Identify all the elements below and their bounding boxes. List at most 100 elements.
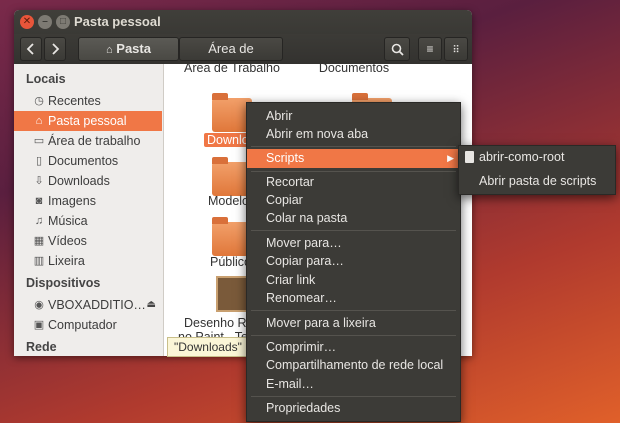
- sidebar-item-videos[interactable]: ▦ Vídeos: [14, 231, 162, 251]
- menu-item-renomear[interactable]: Renomear…: [247, 289, 460, 308]
- submenu-item-abrir-pasta-scripts[interactable]: Abrir pasta de scripts: [459, 172, 615, 191]
- menu-item-propriedades[interactable]: Propriedades: [247, 399, 460, 418]
- eject-icon[interactable]: ⏏: [147, 295, 156, 315]
- menu-item-label: abrir-como-root: [479, 150, 565, 164]
- menu-item-label: Comprimir…: [266, 340, 337, 354]
- menu-item-comprimir[interactable]: Comprimir…: [247, 338, 460, 357]
- menu-item-recortar[interactable]: Recortar: [247, 173, 460, 192]
- menu-item-abrir-nova-aba[interactable]: Abrir em nova aba: [247, 125, 460, 144]
- window-title: Pasta pessoal: [74, 14, 161, 29]
- forward-button[interactable]: [44, 37, 66, 61]
- breadcrumb-desktop[interactable]: Área de Trabalho: [179, 37, 283, 78]
- sidebar-item-label: Computador: [48, 318, 117, 332]
- menu-item-abrir[interactable]: Abrir: [247, 107, 460, 126]
- film-icon: ▦: [33, 235, 45, 247]
- sidebar-item-pasta-pessoal[interactable]: ⌂ Pasta pessoal: [14, 111, 162, 131]
- menu-item-label: Propriedades: [266, 401, 341, 415]
- file-label-desenho-1: Desenho Re: [184, 316, 254, 330]
- close-window-button[interactable]: ✕: [20, 15, 34, 29]
- search-icon: [391, 43, 404, 56]
- submenu-item-abrir-como-root[interactable]: abrir-como-root: [459, 148, 615, 167]
- sidebar-item-documentos[interactable]: ▯ Documentos: [14, 151, 162, 171]
- sidebar-item-recentes[interactable]: ◷ Recentes: [14, 91, 162, 111]
- status-tooltip: "Downloads": [167, 337, 249, 357]
- context-menu: Abrir Abrir em nova aba Scripts ▶ Recorta…: [246, 102, 461, 422]
- menu-item-label: Abrir pasta de scripts: [479, 174, 597, 188]
- sidebar-item-label: Documentos: [48, 154, 119, 168]
- breadcrumb-home[interactable]: ⌂ Pasta pessoal: [78, 37, 179, 79]
- drive-icon: ▣: [33, 319, 45, 331]
- sidebar-heading-locais: Locais: [26, 72, 66, 86]
- submenu-arrow-icon: ▶: [447, 153, 454, 163]
- menu-item-label: Copiar para…: [266, 254, 344, 268]
- file-label-documentos[interactable]: Documentos: [314, 64, 394, 75]
- menu-separator: [251, 335, 456, 336]
- sidebar-item-label: VBOXADDITIO…: [48, 298, 146, 312]
- sidebar-item-label: Imagens: [48, 194, 96, 208]
- back-button[interactable]: [20, 37, 42, 61]
- menu-item-label: Criar link: [266, 273, 316, 287]
- menu-item-label: Scripts: [266, 151, 305, 165]
- sidebar-item-area-de-trabalho[interactable]: ▭ Área de trabalho: [14, 131, 162, 151]
- menu-item-colar[interactable]: Colar na pasta: [247, 209, 460, 228]
- clock-icon: ◷: [34, 95, 44, 107]
- sidebar-item-computador[interactable]: ▣ Computador: [14, 315, 162, 335]
- sidebar-item-lixeira[interactable]: ▥ Lixeira: [14, 251, 162, 271]
- menu-item-email[interactable]: E-mail…: [247, 375, 460, 394]
- sidebar-heading-dispositivos: Dispositivos: [26, 276, 101, 290]
- menu-item-mover-lixeira[interactable]: Mover para a lixeira: [247, 314, 460, 333]
- file-label-publico: Público: [210, 255, 251, 269]
- sidebar-item-musica[interactable]: ♫ Música: [14, 211, 162, 231]
- sidebar-item-imagens[interactable]: ◙ Imagens: [14, 191, 162, 211]
- sidebar-item-vboxadditions[interactable]: ◉ VBOXADDITIO… ⏏: [14, 295, 162, 315]
- title-bar[interactable]: ✕ – □ Pasta pessoal: [14, 10, 472, 34]
- menu-item-copiar-para[interactable]: Copiar para…: [247, 252, 460, 271]
- menu-separator: [251, 171, 456, 172]
- scripts-submenu: abrir-como-root Abrir pasta de scripts: [458, 145, 616, 195]
- desktop-icon: ▭: [33, 135, 45, 147]
- list-view-button[interactable]: ≡: [418, 37, 442, 61]
- music-icon: ♫: [34, 215, 44, 227]
- menu-item-label: Compartilhamento de rede local: [266, 358, 444, 372]
- chevron-left-icon: [26, 43, 34, 55]
- camera-icon: ◙: [35, 195, 43, 207]
- sidebar: Locais ◷ Recentes ⌂ Pasta pessoal ▭ Área de…: [14, 64, 164, 356]
- minimize-window-button[interactable]: –: [38, 15, 52, 29]
- disc-icon: ◉: [34, 299, 44, 311]
- sidebar-item-label: Área de trabalho: [48, 134, 141, 148]
- grid-view-icon: ⠿: [452, 45, 460, 56]
- search-button[interactable]: [384, 37, 410, 61]
- menu-item-label: E-mail…: [266, 377, 314, 391]
- menu-item-label: Abrir em nova aba: [266, 127, 369, 141]
- download-icon: ⇩: [34, 175, 44, 187]
- menu-separator: [251, 230, 456, 231]
- menu-item-criar-link[interactable]: Criar link: [247, 271, 460, 290]
- menu-item-label: Mover para a lixeira: [266, 316, 376, 330]
- grid-view-button[interactable]: ⠿: [444, 37, 468, 61]
- file-label-area-de-trabalho[interactable]: Área de Trabalho: [184, 64, 280, 75]
- menu-item-label: Abrir: [266, 109, 293, 123]
- video-file-icon: [216, 276, 250, 312]
- menu-item-compartilhamento[interactable]: Compartilhamento de rede local: [247, 356, 460, 375]
- menu-item-scripts[interactable]: Scripts ▶: [247, 149, 460, 168]
- sidebar-item-label: Recentes: [48, 94, 101, 108]
- maximize-window-button[interactable]: □: [56, 15, 70, 29]
- menu-separator: [251, 310, 456, 311]
- menu-item-label: Renomear…: [266, 291, 337, 305]
- menu-separator: [251, 146, 456, 147]
- menu-item-label: Copiar: [266, 193, 303, 207]
- chevron-right-icon: [52, 43, 60, 55]
- menu-item-copiar[interactable]: Copiar: [247, 191, 460, 210]
- menu-item-mover-para[interactable]: Mover para…: [247, 234, 460, 253]
- sidebar-item-label: Vídeos: [48, 234, 87, 248]
- menu-item-label: Recortar: [266, 175, 314, 189]
- sidebar-item-label: Música: [48, 214, 88, 228]
- menu-separator: [251, 396, 456, 397]
- list-view-icon: ≡: [426, 42, 434, 56]
- sidebar-item-downloads[interactable]: ⇩ Downloads: [14, 171, 162, 191]
- sidebar-item-label: Pasta pessoal: [48, 114, 127, 128]
- script-file-icon: [465, 151, 474, 163]
- document-icon: ▯: [35, 155, 43, 167]
- sidebar-heading-rede: Rede: [26, 340, 57, 354]
- sidebar-item-label: Lixeira: [48, 254, 85, 268]
